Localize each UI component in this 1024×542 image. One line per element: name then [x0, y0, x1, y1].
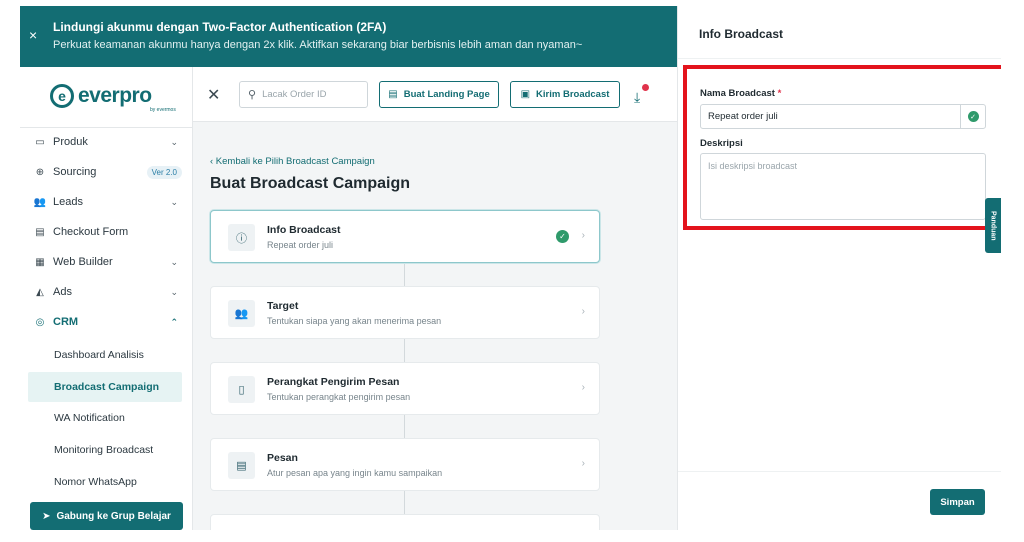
sidebar-item-label: Produk [53, 136, 88, 148]
message-icon: ▤ [228, 452, 255, 479]
create-landing-page-button[interactable]: ▤ Buat Landing Page [379, 81, 499, 108]
search-icon: ⚲ [248, 89, 257, 101]
sidebar-item-label: Checkout Form [53, 226, 129, 238]
join-group-label: Gabung ke Grup Belajar [56, 510, 171, 522]
panel-header-divider [678, 58, 1001, 59]
step-subtitle: Tentukan siapa yang akan menerima pesan [267, 316, 442, 326]
sidebar-item-label: CRM [53, 316, 79, 328]
chevron-right-icon: › [581, 382, 585, 393]
sidebar-subitem-nomor-whatsapp[interactable]: Nomor WhatsApp [28, 467, 182, 497]
highlight-box [683, 65, 1001, 230]
logo-wordmark: everpro [78, 84, 152, 107]
form-icon: ▤ [35, 226, 45, 238]
twofa-banner: × Lindungi akunmu dengan Two-Factor Auth… [20, 6, 677, 67]
sidebar-subitem-wa-notification[interactable]: WA Notification [28, 403, 182, 433]
send-icon: ➤ [42, 510, 51, 522]
app-window: × Lindungi akunmu dengan Two-Factor Auth… [20, 6, 1001, 530]
sidebar-subitem-monitoring-broadcast[interactable]: Monitoring Broadcast [28, 435, 182, 465]
phone-icon: ▯ [228, 376, 255, 403]
logo-byline: by evermos [150, 107, 176, 113]
page-title: Buat Broadcast Campaign [210, 175, 411, 192]
step-subtitle: Repeat order juli [267, 240, 334, 250]
sidebar-item-label: Leads [53, 196, 83, 208]
sidebar-item-produk[interactable]: ▭ Produk ⌄ [20, 127, 192, 157]
logo-mark-icon: e [50, 84, 74, 108]
version-badge: Ver 2.0 [146, 165, 182, 179]
notification-dot [642, 84, 649, 91]
guide-tab[interactable]: Panduan [985, 198, 1001, 253]
panel-title: Info Broadcast [699, 27, 784, 41]
step-target[interactable]: 👥 Target Tentukan siapa yang akan meneri… [210, 286, 600, 339]
order-search-input[interactable] [262, 89, 363, 100]
save-button[interactable]: Simpan [930, 489, 985, 515]
sidebar-item-crm[interactable]: ◎ CRM ⌃ [20, 307, 192, 337]
chevron-down-icon: ⌄ [170, 286, 178, 297]
sourcing-icon: ⊕ [35, 166, 45, 178]
sidebar-item-label: Ads [53, 286, 72, 298]
send-broadcast-button[interactable]: ▣ Kirim Broadcast [510, 81, 620, 108]
box-icon: ▭ [35, 136, 45, 148]
chevron-up-icon: ⌃ [170, 316, 178, 327]
step-title: Pesan [267, 452, 298, 464]
sidebar-item-sourcing[interactable]: ⊕ Sourcing Ver 2.0 [20, 157, 192, 187]
users-icon: 👥 [33, 196, 47, 208]
chevron-right-icon: › [581, 306, 585, 317]
sidebar-subitem-broadcast-campaign[interactable]: Broadcast Campaign [28, 372, 182, 402]
banner-subtitle: Perkuat keamanan akunmu hanya dengan 2x … [53, 39, 583, 51]
close-icon[interactable]: ✕ [207, 85, 220, 105]
step-next[interactable] [210, 514, 600, 530]
chevron-down-icon: ⌄ [170, 196, 178, 207]
step-title: Info Broadcast [267, 224, 341, 236]
chevron-down-icon: ⌄ [170, 136, 178, 147]
info-icon: ⓘ [228, 224, 255, 251]
layout-icon: ▦ [35, 256, 45, 268]
order-search-box[interactable]: ⚲ [239, 81, 368, 108]
banner-title: Lindungi akunmu dengan Two-Factor Authen… [53, 20, 387, 34]
create-landing-page-label: Buat Landing Page [403, 89, 490, 100]
join-group-button[interactable]: ➤ Gabung ke Grup Belajar [30, 502, 183, 530]
step-title: Target [267, 300, 299, 312]
step-perangkat-pengirim[interactable]: ▯ Perangkat Pengirim Pesan Tentukan pera… [210, 362, 600, 415]
step-subtitle: Atur pesan apa yang ingin kamu sampaikan [267, 468, 443, 478]
sidebar-item-web-builder[interactable]: ▦ Web Builder ⌄ [20, 247, 192, 277]
sidebar-item-leads[interactable]: 👥 Leads ⌄ [20, 187, 192, 217]
check-circle-icon: ✓ [556, 230, 569, 243]
users-icon: 👥 [228, 300, 255, 327]
info-broadcast-panel: Info Broadcast Nama Broadcast * ✓ Deskri… [677, 6, 1001, 530]
sidebar-item-ads[interactable]: ◭ Ads ⌄ [20, 277, 192, 307]
step-pesan[interactable]: ▤ Pesan Atur pesan apa yang ingin kamu s… [210, 438, 600, 491]
panel-footer-divider [678, 471, 1001, 472]
sidebar-item-checkout-form[interactable]: ▤ Checkout Form [20, 217, 192, 247]
sidebar-subitem-dashboard-analisis[interactable]: Dashboard Analisis [28, 340, 182, 370]
send-broadcast-label: Kirim Broadcast [536, 89, 610, 100]
back-to-campaign-list-link[interactable]: ‹ Kembali ke Pilih Broadcast Campaign [210, 156, 375, 167]
megaphone-icon: ◭ [36, 286, 44, 298]
chevron-right-icon: › [581, 458, 585, 469]
step-subtitle: Tentukan perangkat pengirim pesan [267, 392, 411, 402]
page-icon: ▤ [388, 89, 398, 100]
crm-icon: ◎ [35, 316, 45, 328]
sidebar-item-label: Sourcing [53, 166, 97, 178]
everpro-logo[interactable]: e everpro by evermos [50, 81, 176, 113]
broadcast-icon: ▣ [520, 89, 531, 100]
chevron-down-icon: ⌄ [170, 256, 178, 267]
step-title: Perangkat Pengirim Pesan [267, 376, 400, 388]
download-icon[interactable]: ⤓ [634, 89, 640, 106]
top-bar: ✕ ⚲ ▤ Buat Landing Page ▣ Kirim Broadcas… [193, 67, 677, 122]
banner-close-icon[interactable]: × [29, 28, 37, 42]
step-info-broadcast[interactable]: ⓘ Info Broadcast Repeat order juli ✓ › [210, 210, 600, 263]
sidebar: e everpro by evermos ▭ Produk ⌄ ⊕ Sourci… [20, 67, 193, 530]
sidebar-item-label: Web Builder [53, 256, 113, 268]
chevron-right-icon: › [581, 230, 585, 241]
